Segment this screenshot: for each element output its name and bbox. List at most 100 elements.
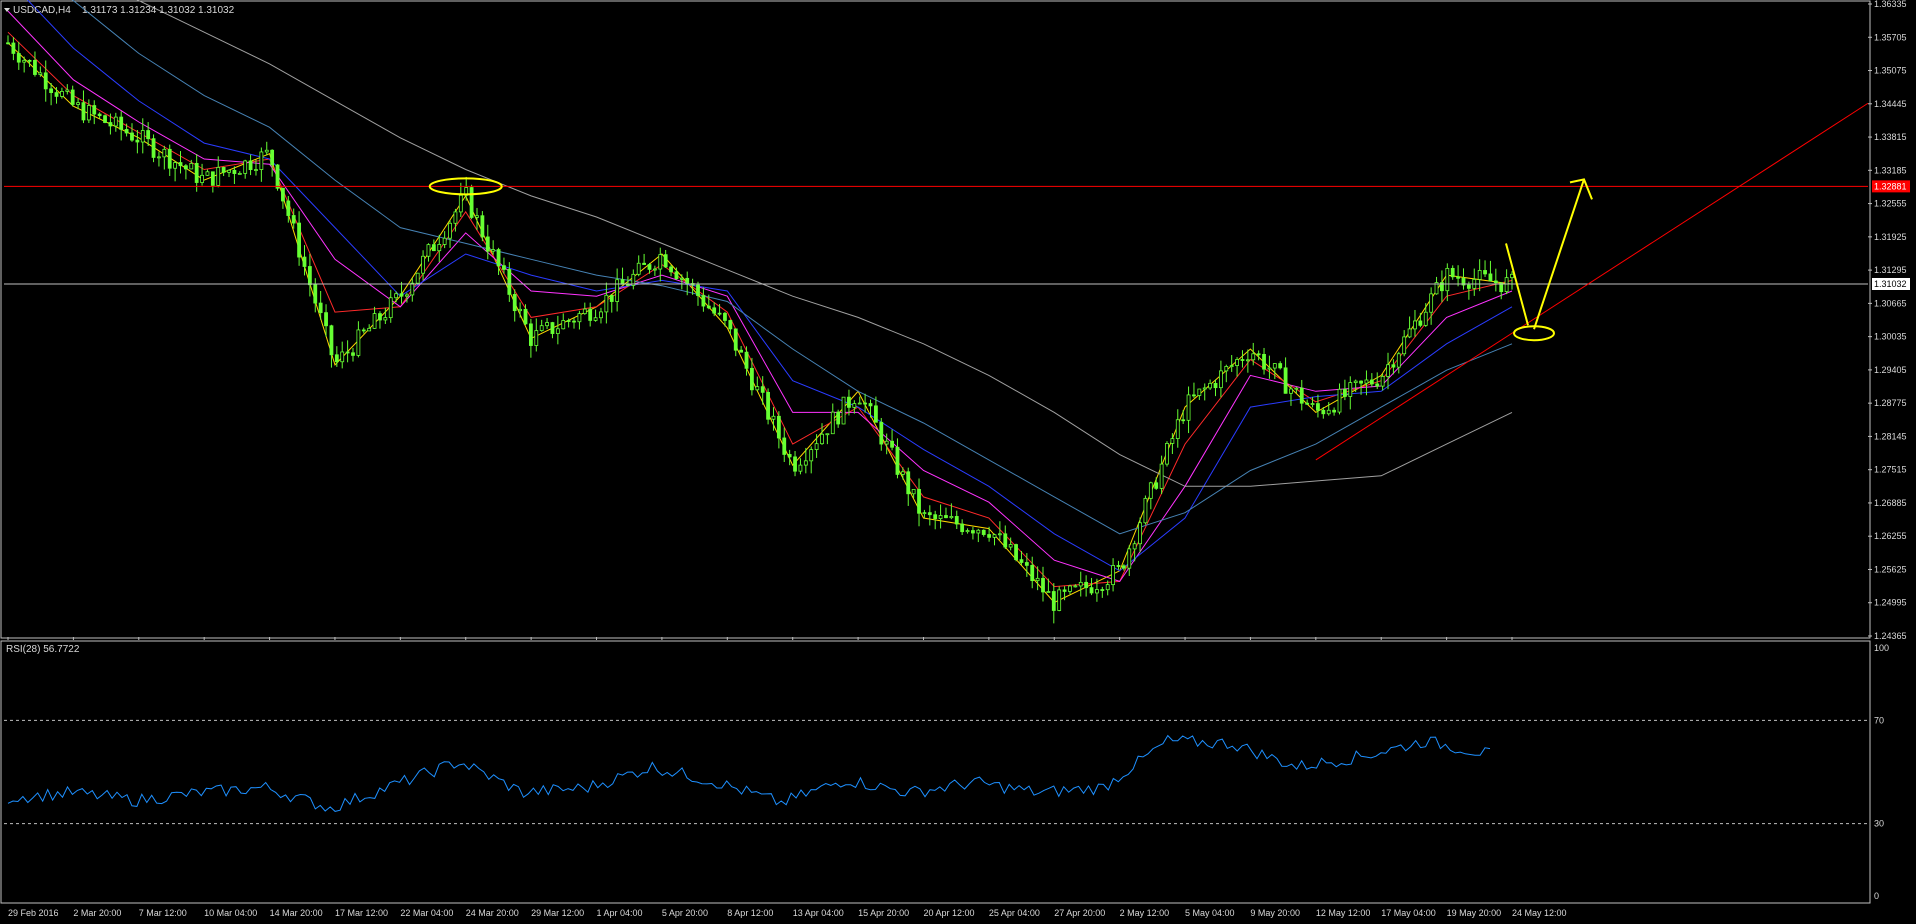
candle — [86, 99, 91, 124]
candle — [766, 388, 770, 425]
time-tick-label: 17 Mar 12:00 — [335, 908, 388, 918]
price-tick-label: 1.28145 — [1874, 431, 1907, 441]
candle — [604, 282, 609, 324]
candle — [1127, 545, 1132, 576]
candle — [652, 265, 657, 276]
symbol-timeframe: USDCAD,H4 — [13, 5, 71, 16]
candle — [539, 319, 544, 332]
time-tick-label: 20 Apr 12:00 — [923, 908, 974, 918]
candle — [1380, 373, 1385, 391]
candle — [1202, 383, 1207, 401]
candle — [1229, 355, 1234, 372]
candle — [841, 396, 846, 425]
candle — [830, 403, 835, 435]
price-tick-label: 1.35075 — [1874, 66, 1907, 76]
time-tick-label: 29 Feb 2016 — [8, 908, 59, 918]
candle — [1348, 376, 1353, 410]
candle — [388, 289, 393, 323]
candle — [1186, 386, 1191, 434]
candle — [1084, 575, 1089, 597]
time-tick-label: 19 May 20:00 — [1447, 908, 1502, 918]
candle — [1111, 558, 1115, 592]
candle — [1267, 355, 1272, 379]
time-tick-label: 17 May 04:00 — [1381, 908, 1436, 918]
candle — [1041, 566, 1045, 602]
candle — [1089, 577, 1094, 596]
candle — [836, 409, 841, 428]
candle — [1402, 330, 1407, 357]
candle — [210, 171, 215, 193]
candle — [167, 144, 172, 176]
candle — [944, 507, 948, 519]
candle — [917, 478, 921, 527]
candle — [178, 151, 183, 174]
collapse-triangle-icon[interactable] — [4, 8, 10, 12]
svg-text:1.32881: 1.32881 — [1874, 181, 1907, 191]
candle — [1278, 361, 1283, 370]
candle — [755, 376, 760, 391]
candle — [1219, 360, 1223, 398]
candle — [545, 318, 549, 329]
candle — [582, 302, 587, 315]
candle — [146, 122, 151, 146]
candle — [922, 509, 927, 518]
candle — [205, 169, 210, 176]
candle — [1316, 394, 1320, 418]
candle — [1057, 586, 1062, 612]
candle — [1493, 268, 1498, 292]
moving-average-line — [7, 31, 1513, 588]
candle — [852, 400, 857, 414]
candle — [1423, 303, 1428, 327]
price-tick-label: 1.30665 — [1874, 298, 1907, 308]
candle — [620, 267, 625, 285]
candle — [1051, 583, 1056, 624]
candle — [248, 154, 253, 176]
candle — [1192, 382, 1196, 398]
time-tick-label: 2 May 12:00 — [1120, 908, 1170, 918]
candle — [1461, 268, 1466, 290]
candle — [340, 341, 345, 369]
candle — [642, 253, 647, 265]
candle — [6, 35, 10, 45]
candle — [987, 526, 992, 542]
time-tick-label: 29 Mar 12:00 — [531, 908, 584, 918]
candle — [1483, 260, 1487, 277]
candle — [776, 411, 781, 449]
candle — [518, 302, 523, 318]
candle — [70, 85, 75, 107]
candle — [135, 129, 140, 154]
time-tick-label: 22 Mar 04:00 — [400, 908, 453, 918]
candle — [572, 317, 576, 329]
candle — [469, 184, 474, 220]
rsi-indicator: 100 70 30 0 — [4, 643, 1889, 901]
candle — [577, 310, 582, 330]
rsi-line — [7, 734, 1491, 812]
price-tick-label: 1.25625 — [1874, 564, 1907, 574]
support-trendline[interactable] — [1315, 102, 1869, 461]
candle — [151, 134, 156, 163]
candle — [33, 51, 37, 77]
candle — [361, 327, 366, 334]
time-tick-label: 8 Apr 12:00 — [727, 908, 773, 918]
time-tick-label: 24 May 12:00 — [1512, 908, 1567, 918]
candle — [410, 277, 415, 302]
candle — [1407, 316, 1412, 339]
candle — [113, 112, 118, 132]
chart-canvas[interactable]: 1.32881 1.31032 1.36335 1.35705 1.35075 1.34… — [0, 0, 1916, 924]
candle — [636, 255, 641, 277]
candle — [1434, 276, 1439, 295]
candle — [895, 438, 900, 479]
candle — [307, 253, 312, 297]
candle — [1418, 312, 1423, 328]
candle — [1003, 525, 1008, 550]
candle — [254, 159, 258, 176]
candle — [243, 159, 248, 179]
time-tick-label: 14 Mar 20:00 — [270, 908, 323, 918]
svg-text:1.31032: 1.31032 — [1874, 279, 1907, 289]
candle — [976, 528, 981, 543]
candle — [1208, 379, 1213, 391]
price-tick-label: 1.34445 — [1874, 99, 1907, 109]
candle — [49, 83, 54, 106]
candle — [890, 429, 894, 451]
candle — [97, 112, 102, 119]
